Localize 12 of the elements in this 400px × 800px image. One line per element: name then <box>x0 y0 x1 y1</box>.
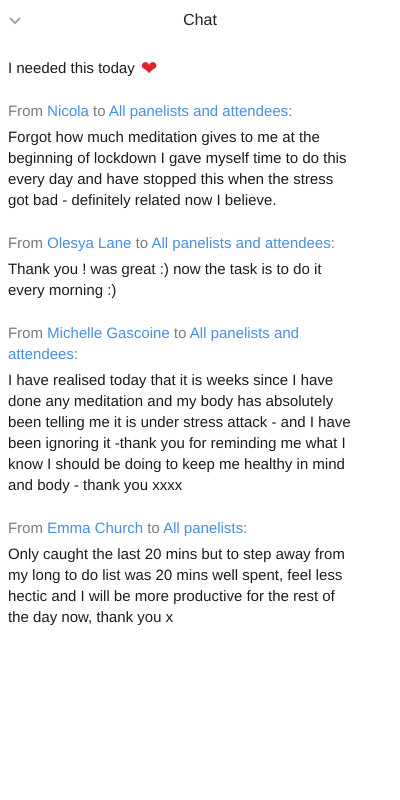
message-header: From Olesya Lane to All panelists and attendees: <box>8 235 335 252</box>
message-text: Only caught the last 20 mins but to step away from my long to do list was 20 mins well spent, feel less hectic and I will be more productive for the rest of the day now, thank you x <box>8 546 345 626</box>
message-header: From Nicola to All panelists and attendees: <box>8 103 292 120</box>
chat-title: Chat <box>183 12 217 30</box>
message-header: From Michelle Gascoine to All panelists and attendees: <box>8 325 299 363</box>
message-text: I needed this today <box>8 60 135 77</box>
message-header: From Emma Church to All panelists: <box>8 520 248 537</box>
chevron-down-icon[interactable] <box>9 17 21 25</box>
heart-icon: ❤ <box>140 56 158 80</box>
message-text: Forgot how much meditation gives to me at the beginning of lockdown I gave myself time to do this every day and have stopped this when the stress got bad - definitely related now I believe. <box>8 129 347 209</box>
message-text: Thank you ! was great :) now the task is to do it every morning :) <box>8 261 322 299</box>
message-text: I have realised today that it is weeks since I have done any meditation and my body has absolutely been telling me it is under stress attack - and I have been ignoring it -thank you for reminding me what I know I should be doing to keep me healthy in mind and body - thank you xxxx <box>8 372 351 494</box>
